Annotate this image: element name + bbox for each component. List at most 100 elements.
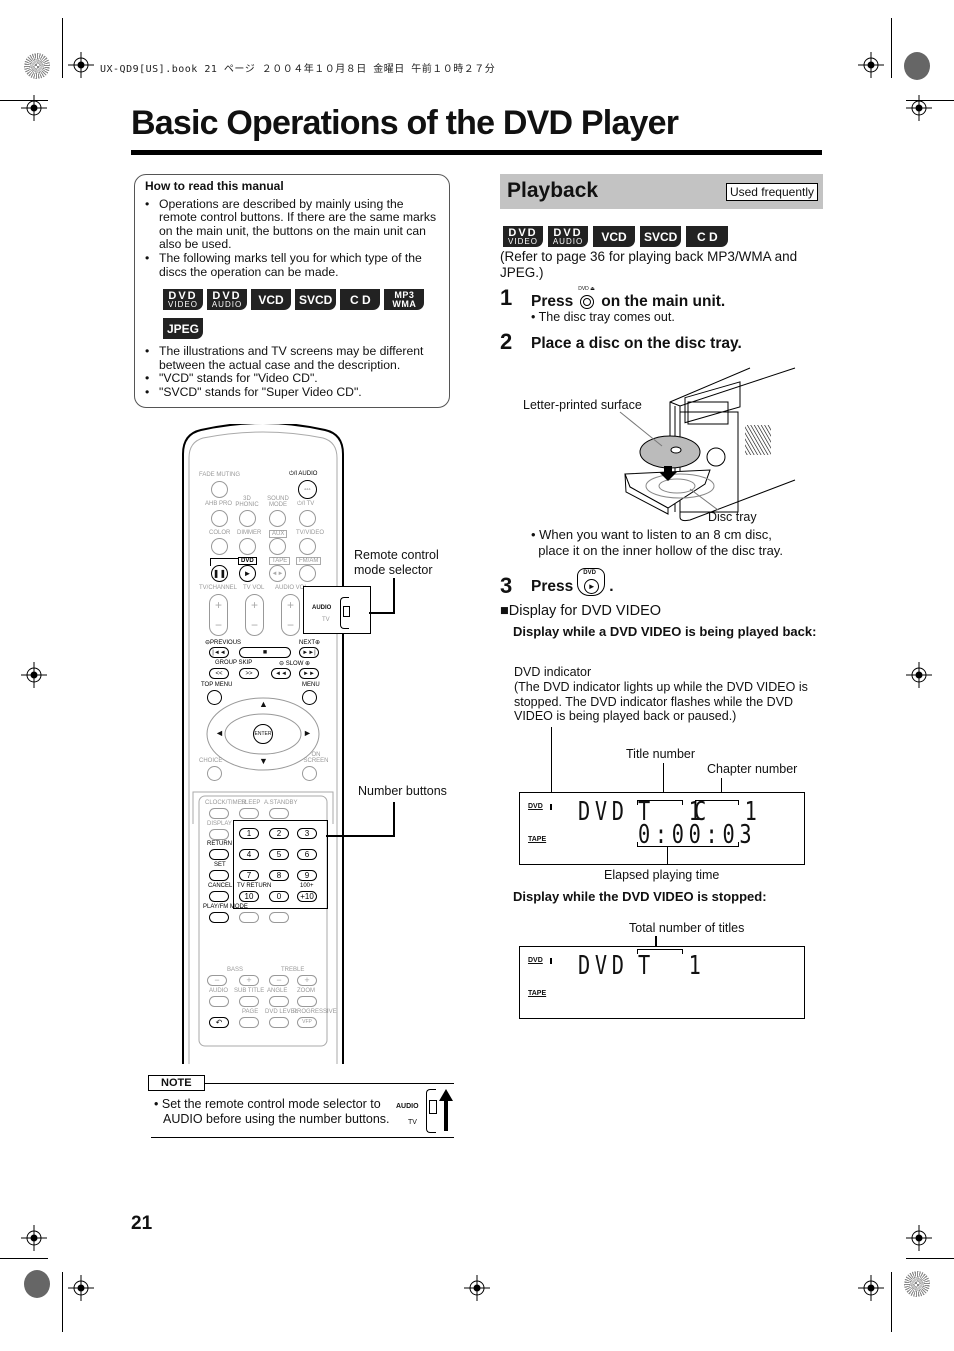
ahb-pro-button[interactable]: [211, 510, 228, 527]
label-sound-mode: SOUND MODE: [267, 496, 289, 508]
sleep-button[interactable]: [239, 808, 259, 819]
right-arrow-button[interactable]: ►: [303, 728, 312, 738]
mode-selector-knob[interactable]: [343, 606, 350, 617]
choice-button[interactable]: [207, 766, 222, 781]
left-arrow-button[interactable]: ◄: [215, 728, 224, 738]
page-button[interactable]: [239, 1017, 259, 1028]
group-skip-forward-button[interactable]: >>: [239, 668, 259, 679]
bullet: The following marks tell you for which t…: [145, 251, 439, 279]
tv-video-button[interactable]: [299, 538, 316, 555]
set-button[interactable]: [209, 870, 229, 881]
previous-button[interactable]: |◄◄: [209, 647, 229, 658]
label-ahb-pro: AHB PRO: [205, 501, 233, 507]
chapter-bracket: [695, 800, 739, 805]
label-fade-muting: FADE MUTING: [199, 472, 241, 478]
a-standby-button[interactable]: [269, 808, 289, 819]
bullet: "VCD" stands for "Video CD".: [145, 372, 439, 386]
note-selector-icon: AUDIO TV: [396, 1087, 456, 1133]
sound-mode-button[interactable]: [269, 510, 286, 527]
fm-am-button[interactable]: [299, 565, 316, 582]
page-title: Basic Operations of the DVD Player: [131, 104, 679, 142]
time-callout-line: [667, 847, 668, 865]
step-3-text: Press DVD ► .: [531, 568, 614, 596]
crop-mark: [891, 18, 892, 78]
zoom-button[interactable]: [297, 996, 317, 1007]
display-mode: DVD: [578, 797, 629, 827]
disc-mark-svcd: SVCD: [295, 289, 337, 311]
enter-button[interactable]: ENTER: [253, 724, 273, 744]
step-1-subtext: • The disc tray comes out.: [531, 310, 675, 324]
crop-mark: [0, 1258, 48, 1259]
return-button[interactable]: [209, 849, 229, 860]
playback-disc-marks: DVD VIDEO DVD AUDIO VCD SVCD C D: [503, 226, 729, 247]
aux-button[interactable]: [269, 538, 286, 555]
slow-back-button[interactable]: ◄◄: [271, 668, 291, 679]
selector-tv-label: TV: [322, 617, 330, 623]
stop-button[interactable]: ■: [239, 647, 291, 658]
registration-mark-icon: [906, 662, 932, 688]
repeat-button[interactable]: [239, 912, 259, 923]
label-3d-phonic: 3D PHONIC: [235, 496, 259, 508]
label-group-skip: GROUP SKIP: [215, 660, 253, 666]
callout-line: [393, 578, 395, 614]
step-3-press: Press: [531, 578, 574, 595]
dvd-play-button[interactable]: ►: [239, 565, 256, 582]
up-arrow-button[interactable]: ▲: [259, 699, 268, 709]
dvd-level-button[interactable]: [269, 1017, 289, 1028]
tv-vol-rocker[interactable]: + −: [245, 594, 264, 636]
on-screen-button[interactable]: [302, 766, 317, 781]
mode-selector-callout-box: AUDIO TV: [303, 586, 371, 634]
dvd-indicator: DVD: [528, 957, 543, 964]
display-button[interactable]: [209, 829, 229, 840]
top-menu-button[interactable]: [207, 690, 222, 705]
dimmer-button[interactable]: [239, 538, 256, 555]
step-1-press: Press: [531, 293, 574, 310]
disc-mark-cd: C D: [686, 226, 729, 247]
power-audio-button[interactable]: ◦◦◦: [298, 480, 317, 499]
play-fm-mode-button[interactable]: [209, 912, 229, 923]
title-rule: [131, 150, 822, 155]
bass-plus-button[interactable]: +: [239, 975, 259, 986]
dvd-indicator-description: (The DVD indicator lights up while the D…: [514, 680, 808, 723]
bullet: "SVCD" stands for "Super Video CD".: [145, 385, 439, 400]
audio-button[interactable]: [209, 996, 229, 1007]
clock-timer-button[interactable]: [209, 808, 229, 819]
3d-phonic-button[interactable]: [239, 510, 256, 527]
registration-mark-icon: [858, 52, 884, 78]
sub-title-button[interactable]: [239, 996, 259, 1007]
disc-mark-cd: C D: [340, 289, 381, 311]
slow-forward-button[interactable]: ►►: [299, 668, 319, 679]
disc-tray-label: Disc tray: [708, 510, 757, 524]
random-button[interactable]: [269, 912, 289, 923]
group-skip-back-button[interactable]: <<: [209, 668, 229, 679]
fade-muting-button[interactable]: [211, 481, 228, 498]
cancel-button[interactable]: [209, 891, 229, 902]
tv-channel-rocker[interactable]: + −: [209, 594, 228, 636]
title-bracket: [637, 800, 683, 805]
vfp-button[interactable]: VFP: [297, 1017, 317, 1028]
color-target-icon: [24, 1270, 50, 1298]
angle-button[interactable]: [269, 996, 289, 1007]
menu-button[interactable]: [302, 690, 317, 705]
label-fm-am: FM/AM: [296, 557, 322, 565]
print-header: UX-QD9[US].book 21 ページ ２００４年１０月８日 金曜日 午前…: [100, 64, 496, 75]
audio-vol-rocker[interactable]: + −: [281, 594, 300, 636]
used-frequently-badge: Used frequently: [725, 183, 818, 201]
step-3-number: 3: [500, 573, 513, 598]
power-tv-button[interactable]: [299, 510, 316, 527]
remote-body-outline: [182, 424, 344, 1064]
disc-mark-svcd: SVCD: [640, 226, 682, 247]
color-button[interactable]: [211, 538, 228, 555]
down-arrow-button[interactable]: ▼: [259, 756, 268, 766]
treble-minus-button[interactable]: −: [269, 975, 289, 986]
return-arrow-button[interactable]: ↶: [209, 1017, 229, 1028]
tape-button[interactable]: ◄►: [269, 565, 286, 582]
label-tv-vol: TV VOL: [243, 585, 265, 591]
pause-button[interactable]: ❚❚: [211, 565, 228, 582]
playback-section-header: Playback Used frequently: [500, 174, 823, 209]
disc-mark-dvd-audio: DVD AUDIO: [548, 226, 588, 247]
treble-plus-button[interactable]: +: [297, 975, 317, 986]
bass-minus-button[interactable]: −: [207, 975, 227, 986]
next-button[interactable]: ►►|: [299, 647, 319, 658]
how-to-read-bullets-top: Operations are described by mainly using…: [145, 197, 439, 280]
